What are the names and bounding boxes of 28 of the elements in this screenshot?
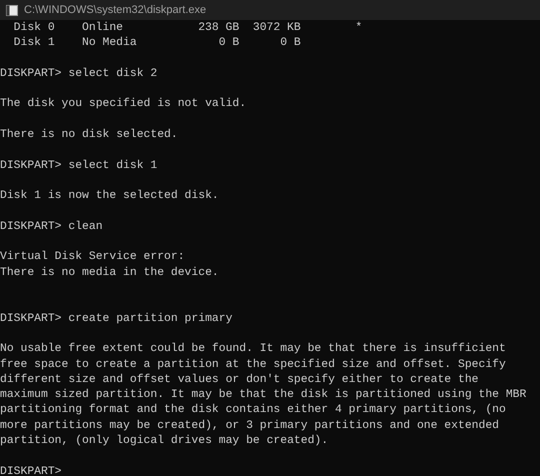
table-cell: Online: [82, 22, 124, 34]
console-line: No usable free extent could be found. It may be that there is insufficient: [0, 342, 506, 358]
console-line: free space to create a partition at the specified size and offset. Specify: [0, 358, 506, 373]
console-window-icon: [6, 4, 18, 16]
console-line: DISKPART> select disk 2: [0, 66, 158, 82]
table-cell: *: [355, 22, 362, 34]
table-cell: No Media: [82, 37, 137, 50]
console-line: partition, (only logical drives may be created).: [0, 434, 328, 450]
table-cell: 3072 KB: [252, 22, 301, 34]
console-line: different size and offset values or don't specify either to create the: [0, 372, 478, 388]
console-line: more partitions may be created), or 3 primary partitions and one extended: [0, 418, 499, 434]
console-line: There is no media in the device.: [0, 266, 219, 281]
table-cell: 0 B: [218, 37, 240, 50]
console-line: maximum sized partition. It may be that the disk is partitioned using the MBR: [0, 388, 526, 404]
table-cell: 0 B: [280, 37, 301, 50]
table-cell: Disk 1: [14, 37, 55, 50]
console-line: DISKPART> create partition primary: [0, 312, 232, 327]
window-title: C:\WINDOWS\system32\diskpart.exe: [24, 2, 206, 18]
console-line: There is no disk selected.: [0, 128, 178, 144]
table-cell: 238 GB: [198, 22, 240, 34]
table-cell: Disk 0: [14, 22, 55, 34]
console-line: DISKPART>: [0, 464, 62, 476]
console-line: DISKPART> clean: [0, 220, 103, 235]
console-line: DISKPART> select disk 1: [0, 158, 158, 174]
console-line: Disk 1 is now the selected disk.: [0, 189, 219, 204]
console-line: Virtual Disk Service error:: [0, 250, 185, 266]
console-line: partitioning format and the disk contains either 4 primary partitions, (no: [0, 403, 506, 418]
console-line: The disk you specified is not valid.: [0, 97, 246, 112]
